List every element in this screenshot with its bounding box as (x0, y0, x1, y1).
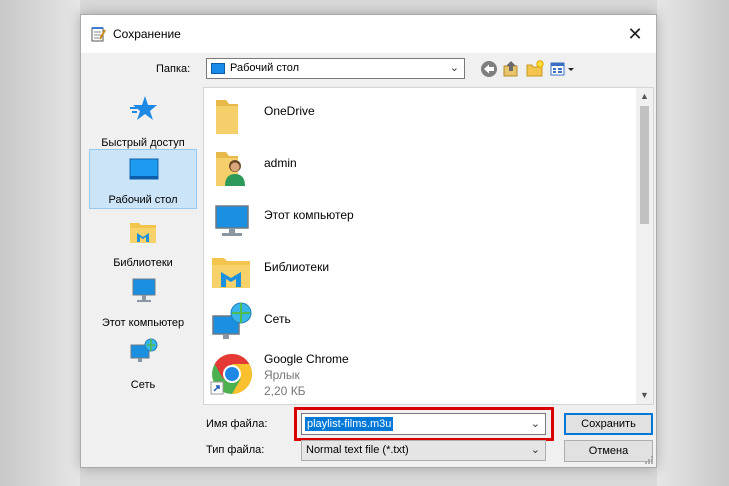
file-size: 2,20 КБ (264, 384, 306, 398)
libraries-icon (212, 258, 250, 288)
folder-label: Папка: (156, 63, 191, 75)
folder-dropdown[interactable]: Рабочий стол ⌄ (206, 58, 465, 79)
list-item[interactable]: Библиотеки (210, 246, 630, 296)
backdrop-left (0, 0, 80, 486)
place-network[interactable]: Сеть (89, 333, 197, 393)
list-item[interactable]: Google Chrome Ярлык 2,20 КБ (210, 350, 630, 400)
notepad-icon (91, 27, 106, 42)
vertical-scrollbar[interactable]: ▲ ▼ (636, 88, 653, 404)
desktop-icon (211, 63, 225, 74)
filetype-value: Normal text file (*.txt) (306, 444, 409, 456)
file-name: admin (264, 156, 297, 170)
place-label: Рабочий стол (108, 194, 178, 206)
chevron-down-icon: ⌄ (530, 444, 540, 456)
network-icon (130, 338, 158, 362)
view-menu-icon[interactable] (549, 59, 577, 79)
star-icon (130, 96, 157, 120)
window-title: Сохранение (113, 27, 181, 41)
filetype-label: Тип файла: (206, 444, 265, 456)
file-name: Библиотеки (264, 260, 330, 274)
filetype-dropdown[interactable]: Normal text file (*.txt) ⌄ (301, 440, 546, 461)
place-libraries[interactable]: Библиотеки (89, 211, 197, 271)
backdrop-right (657, 0, 729, 486)
scroll-thumb[interactable] (640, 106, 649, 224)
title-bar: Сохранение ✕ (81, 15, 656, 53)
place-label: Быстрый доступ (101, 137, 185, 149)
folder-current: Рабочий стол (230, 62, 300, 74)
cancel-button[interactable]: Отмена (564, 440, 653, 462)
save-dialog: Сохранение ✕ Папка: Рабочий стол ⌄ Быстр… (80, 14, 657, 468)
up-folder-icon[interactable] (501, 59, 521, 79)
computer-icon (132, 278, 156, 302)
network-icon (212, 302, 252, 339)
save-button[interactable]: Сохранить (564, 413, 653, 435)
back-arrow-icon[interactable] (479, 59, 499, 79)
file-name: OneDrive (264, 104, 315, 118)
highlight-box (294, 407, 554, 441)
file-type: Ярлык (264, 368, 300, 382)
filename-label: Имя файла: (206, 418, 268, 430)
place-label: Сеть (130, 379, 156, 391)
file-name: Сеть (264, 312, 291, 326)
list-item[interactable]: admin (210, 142, 630, 192)
file-name: Этот компьютер (264, 208, 354, 222)
place-label: Этот компьютер (101, 317, 185, 329)
scroll-up-icon[interactable]: ▲ (636, 88, 653, 105)
list-item[interactable]: OneDrive (210, 90, 630, 140)
place-desktop[interactable]: Рабочий стол (89, 149, 197, 209)
new-folder-icon[interactable] (525, 59, 545, 79)
places-bar: Быстрый доступ Рабочий стол Библиотеки Э… (89, 87, 199, 403)
scroll-down-icon[interactable]: ▼ (636, 387, 653, 404)
folder-icon (216, 100, 238, 134)
libraries-icon (130, 223, 156, 243)
place-this-pc[interactable]: Этот компьютер (89, 271, 197, 331)
computer-icon (215, 205, 249, 236)
close-button[interactable]: ✕ (622, 21, 648, 47)
desktop-icon (129, 158, 159, 180)
chevron-down-icon: ⌄ (449, 62, 459, 74)
user-folder-icon (216, 152, 245, 186)
list-item[interactable]: Этот компьютер (210, 194, 630, 244)
place-label: Библиотеки (113, 257, 173, 269)
place-quick-access[interactable]: Быстрый доступ (89, 91, 197, 151)
file-name: Google Chrome (264, 352, 349, 366)
list-item[interactable]: Сеть (210, 298, 630, 348)
resize-grip-icon[interactable] (644, 455, 654, 465)
file-list[interactable]: OneDrive admin Этот компьютер Библиотеки… (203, 87, 654, 405)
chrome-icon (210, 354, 252, 395)
